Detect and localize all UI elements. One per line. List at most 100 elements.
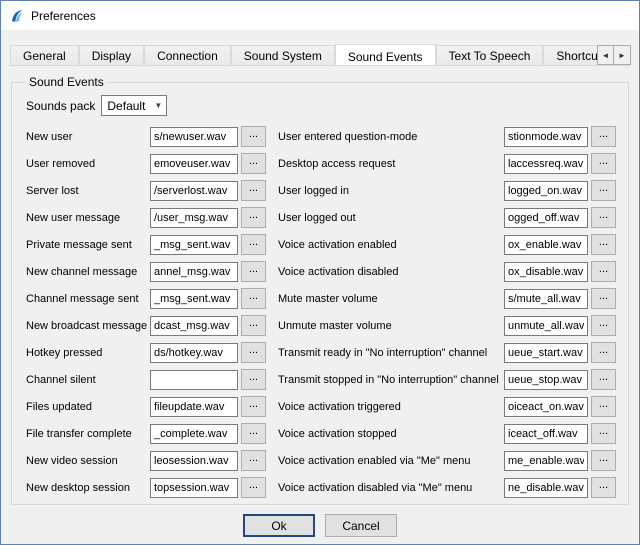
sound-event-row: New channel message ... — [24, 261, 266, 282]
tab-sound-system[interactable]: Sound System — [231, 45, 335, 65]
sound-event-label: Server lost — [24, 185, 150, 197]
sound-file-input[interactable] — [150, 181, 238, 201]
sound-event-row: File transfer complete ... — [24, 423, 266, 444]
sound-event-row: Voice activation enabled via "Me" menu .… — [276, 450, 616, 471]
sound-file-input[interactable] — [150, 397, 238, 417]
browse-button[interactable]: ... — [591, 288, 616, 309]
sound-file-input[interactable] — [504, 478, 588, 498]
sound-file-input[interactable] — [150, 262, 238, 282]
ok-button[interactable]: Ok — [243, 514, 315, 537]
sound-events-groupbox: Sound Events Sounds pack Default ▼ New u… — [11, 75, 629, 505]
sound-file-input[interactable] — [504, 235, 588, 255]
sound-file-input[interactable] — [504, 424, 588, 444]
browse-button[interactable]: ... — [591, 126, 616, 147]
browse-button[interactable]: ... — [591, 477, 616, 498]
browse-button[interactable]: ... — [241, 153, 266, 174]
sound-file-input[interactable] — [150, 127, 238, 147]
sound-event-label: Transmit stopped in "No interruption" ch… — [276, 374, 504, 386]
tab-general[interactable]: General — [10, 45, 79, 65]
sound-event-label: Transmit ready in "No interruption" chan… — [276, 347, 504, 359]
tab-scroll-left-icon[interactable]: ◄ — [597, 45, 614, 65]
sound-event-label: New desktop session — [24, 482, 150, 494]
sound-event-label: File transfer complete — [24, 428, 150, 440]
sound-event-row: User entered question-mode ... — [276, 126, 616, 147]
sound-file-input[interactable] — [150, 343, 238, 363]
sound-event-row: Voice activation disabled via "Me" menu … — [276, 477, 616, 498]
footer-buttons: Ok Cancel — [1, 514, 639, 537]
browse-button[interactable]: ... — [241, 477, 266, 498]
sound-event-row: Transmit ready in "No interruption" chan… — [276, 342, 616, 363]
browse-button[interactable]: ... — [241, 234, 266, 255]
sound-file-input[interactable] — [150, 289, 238, 309]
browse-button[interactable]: ... — [241, 423, 266, 444]
sound-file-input[interactable] — [504, 181, 588, 201]
tab-text-to-speech[interactable]: Text To Speech — [436, 45, 544, 65]
sound-event-row: New video session ... — [24, 450, 266, 471]
sound-event-label: Channel silent — [24, 374, 150, 386]
browse-button[interactable]: ... — [241, 450, 266, 471]
sound-file-input[interactable] — [504, 289, 588, 309]
tab-sound-events[interactable]: Sound Events — [335, 44, 436, 66]
tab-bar: General Display Connection Sound System … — [10, 44, 631, 66]
sound-file-input[interactable] — [150, 478, 238, 498]
browse-button[interactable]: ... — [241, 261, 266, 282]
sound-file-input[interactable] — [504, 397, 588, 417]
browse-button[interactable]: ... — [591, 261, 616, 282]
tab-label: Display — [92, 49, 131, 63]
browse-button[interactable]: ... — [591, 153, 616, 174]
browse-button[interactable]: ... — [241, 396, 266, 417]
sound-file-input[interactable] — [504, 451, 588, 471]
browse-button[interactable]: ... — [591, 423, 616, 444]
sound-event-row: Desktop access request ... — [276, 153, 616, 174]
sound-event-label: Private message sent — [24, 239, 150, 251]
sound-event-label: Files updated — [24, 401, 150, 413]
tab-display[interactable]: Display — [79, 45, 144, 65]
sound-file-input[interactable] — [150, 208, 238, 228]
browse-button[interactable]: ... — [591, 450, 616, 471]
browse-button[interactable]: ... — [591, 207, 616, 228]
sound-event-label: Voice activation disabled via "Me" menu — [276, 482, 504, 494]
sound-file-input[interactable] — [150, 235, 238, 255]
sound-file-input[interactable] — [150, 424, 238, 444]
sound-event-row: Channel message sent ... — [24, 288, 266, 309]
sound-event-label: Voice activation stopped — [276, 428, 504, 440]
sounds-pack-value: Default — [102, 99, 150, 113]
sound-file-input[interactable] — [150, 451, 238, 471]
browse-button[interactable]: ... — [241, 315, 266, 336]
sounds-pack-label: Sounds pack — [26, 99, 95, 113]
cancel-button[interactable]: Cancel — [325, 514, 397, 537]
sound-file-input[interactable] — [150, 316, 238, 336]
sound-file-input[interactable] — [504, 154, 588, 174]
browse-button[interactable]: ... — [591, 369, 616, 390]
sound-file-input[interactable] — [150, 370, 238, 390]
sound-event-row: Voice activation disabled ... — [276, 261, 616, 282]
tab-scroll-right-icon[interactable]: ► — [614, 45, 631, 65]
browse-button[interactable]: ... — [591, 180, 616, 201]
sounds-pack-select[interactable]: Default ▼ — [101, 95, 167, 116]
browse-button[interactable]: ... — [241, 342, 266, 363]
preferences-dialog: Preferences General Display Connection S… — [0, 0, 640, 545]
browse-button[interactable]: ... — [241, 126, 266, 147]
browse-button[interactable]: ... — [241, 369, 266, 390]
sound-event-label: New video session — [24, 455, 150, 467]
tab-label: Sound Events — [348, 50, 423, 64]
browse-button[interactable]: ... — [591, 342, 616, 363]
sound-event-row: Voice activation enabled ... — [276, 234, 616, 255]
sound-file-input[interactable] — [150, 154, 238, 174]
sound-file-input[interactable] — [504, 370, 588, 390]
browse-button[interactable]: ... — [591, 315, 616, 336]
sound-event-row: Hotkey pressed ... — [24, 342, 266, 363]
window-title: Preferences — [31, 9, 96, 23]
sound-file-input[interactable] — [504, 262, 588, 282]
sound-event-label: Desktop access request — [276, 158, 504, 170]
sound-file-input[interactable] — [504, 208, 588, 228]
browse-button[interactable]: ... — [591, 396, 616, 417]
browse-button[interactable]: ... — [591, 234, 616, 255]
browse-button[interactable]: ... — [241, 288, 266, 309]
tab-connection[interactable]: Connection — [144, 45, 231, 65]
sound-file-input[interactable] — [504, 343, 588, 363]
sound-file-input[interactable] — [504, 316, 588, 336]
browse-button[interactable]: ... — [241, 207, 266, 228]
browse-button[interactable]: ... — [241, 180, 266, 201]
sound-file-input[interactable] — [504, 127, 588, 147]
